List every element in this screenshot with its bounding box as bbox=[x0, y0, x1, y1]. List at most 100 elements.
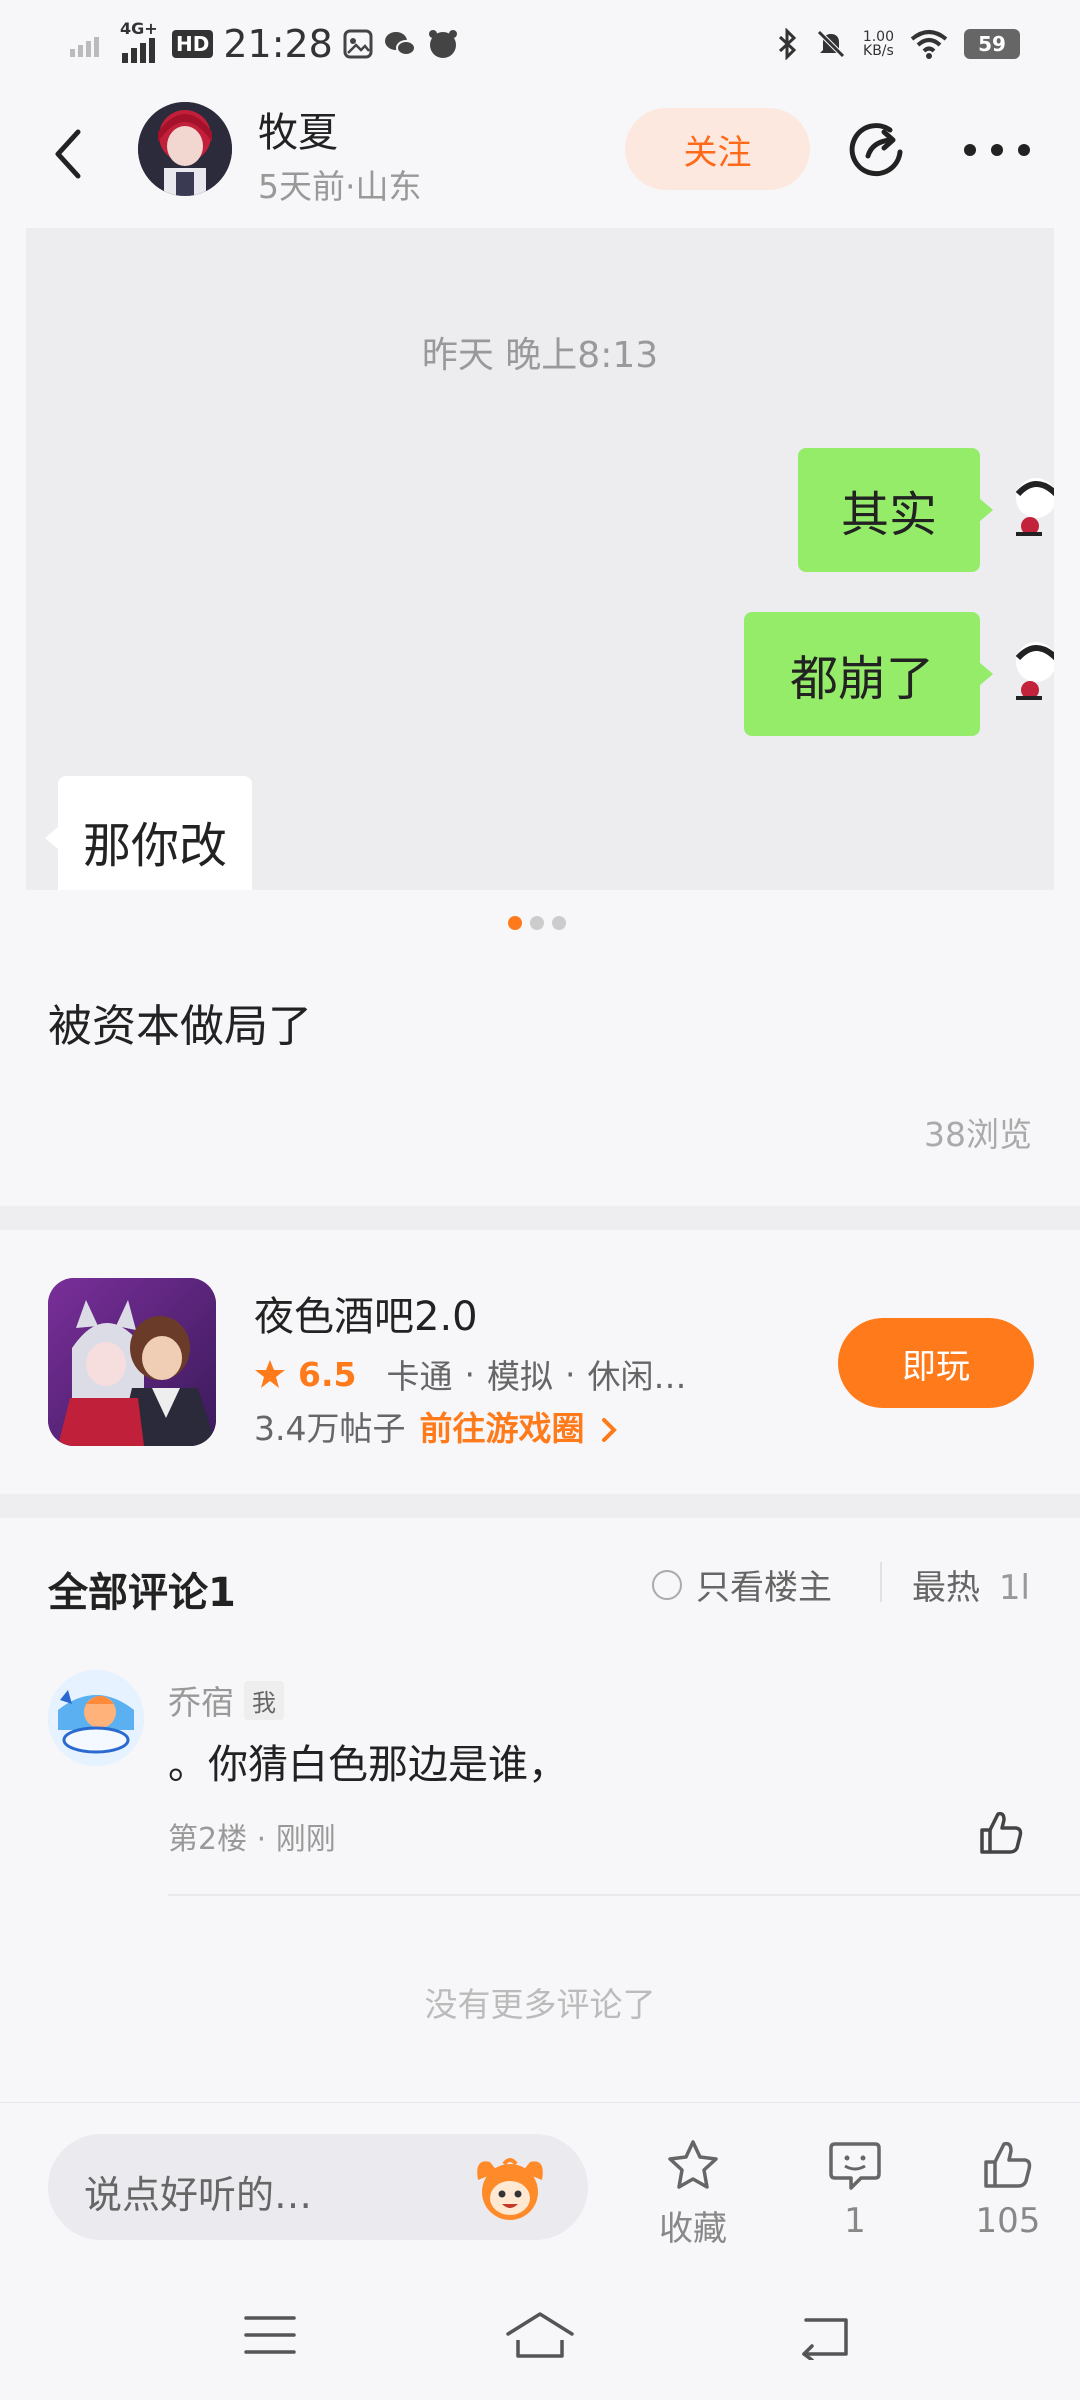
favorite-label: 收藏 bbox=[659, 2209, 727, 2249]
game-tag: 卡通 bbox=[386, 1357, 453, 1396]
more-button[interactable] bbox=[962, 132, 1032, 168]
network-type: 4G+ bbox=[120, 19, 158, 38]
comment-icon bbox=[829, 2142, 881, 2190]
status-right: 1.00 KB/s 59 bbox=[777, 16, 1020, 72]
net-speed: 1.00 KB/s bbox=[863, 30, 894, 58]
mute-bell-icon bbox=[817, 30, 845, 58]
post-time-location: 5天前·山东 bbox=[258, 167, 422, 206]
back-button[interactable] bbox=[48, 124, 98, 184]
avatar-image bbox=[138, 102, 232, 196]
nav-back-button[interactable] bbox=[796, 2314, 852, 2364]
only-host-toggle[interactable]: 只看楼主 bbox=[652, 1560, 832, 1609]
comment-text[interactable]: 。你猜白色那边是谁， bbox=[168, 1732, 568, 1790]
thumbs-up-icon bbox=[984, 2141, 1032, 2188]
status-left: 4G+ HD 21:28 bbox=[70, 16, 459, 72]
game-tag: 模拟 bbox=[486, 1357, 553, 1396]
post-body-text: 被资本做局了 bbox=[48, 1001, 312, 1052]
bubble-tail bbox=[45, 826, 59, 850]
star-icon bbox=[255, 1360, 285, 1388]
wechat-icon bbox=[384, 32, 416, 56]
play-now-button[interactable]: 即玩 bbox=[838, 1318, 1034, 1408]
return-icon bbox=[802, 2318, 848, 2362]
section-divider bbox=[0, 1494, 1080, 1518]
favorite-button[interactable]: 收藏 bbox=[633, 2138, 753, 2250]
comment-meta: 第2楼 · 刚刚 bbox=[168, 1822, 336, 1857]
share-icon bbox=[849, 123, 903, 177]
sort-label: 最热 bbox=[912, 1568, 980, 1608]
status-bar: 4G+ HD 21:28 1.00 KB/s 59 bbox=[0, 0, 1080, 90]
bubble-tail bbox=[979, 498, 993, 522]
chevron-right-icon bbox=[601, 1418, 617, 1442]
network-indicator: 4G+ bbox=[120, 19, 162, 63]
commenter-name-row: 乔宿 我 bbox=[168, 1676, 284, 1724]
like-button[interactable]: 105 bbox=[948, 2138, 1068, 2241]
status-time: 21:28 bbox=[223, 22, 333, 66]
author-name[interactable]: 牧夏 bbox=[258, 100, 338, 158]
post-image[interactable]: 昨天 晚上8:13 其实 都崩了 那你改 bbox=[26, 228, 1054, 890]
follow-button[interactable]: 关注 bbox=[625, 108, 810, 190]
game-meta-row: 3.4万帖子 前往游戏圈 bbox=[254, 1402, 618, 1450]
game-cover-image bbox=[48, 1278, 216, 1446]
goto-game-circle-label: 前往游戏圈 bbox=[419, 1409, 585, 1448]
net-speed-value: 1.00 bbox=[862, 29, 894, 45]
game-rating-row: 6.5 卡通 · 模拟 · 休闲… bbox=[254, 1350, 686, 1398]
battery-indicator: 59 bbox=[964, 29, 1020, 59]
more-dots-icon bbox=[964, 144, 1030, 156]
nav-home-button[interactable] bbox=[504, 2310, 576, 2364]
game-post-count: 3.4万帖子 bbox=[254, 1409, 406, 1448]
gallery-icon bbox=[343, 29, 373, 59]
author-avatar[interactable] bbox=[138, 102, 232, 196]
chat-bubble-right-1: 其实 bbox=[798, 448, 980, 572]
sort-suffix: 1l bbox=[998, 1568, 1030, 1608]
carousel-dot-3 bbox=[552, 916, 566, 930]
nav-menu-button[interactable] bbox=[244, 2312, 296, 2362]
game-icon[interactable] bbox=[48, 1278, 216, 1446]
hd-badge: HD bbox=[172, 30, 214, 58]
net-speed-unit: KB/s bbox=[863, 43, 894, 59]
tag-separator: · bbox=[464, 1354, 475, 1394]
sender-avatar-partial bbox=[1015, 478, 1054, 536]
sort-selector[interactable]: 最热 1l bbox=[912, 1560, 1030, 1609]
chat-timestamp: 昨天 晚上8:13 bbox=[421, 335, 659, 376]
comment-input-placeholder: 说点好听的… bbox=[84, 2173, 313, 2217]
comment-count: 1 bbox=[844, 2201, 866, 2241]
thumbs-up-icon bbox=[980, 1811, 1023, 1854]
like-count: 105 bbox=[975, 2201, 1041, 2241]
radio-unchecked-icon bbox=[652, 1569, 682, 1600]
chat-bubble-left: 那你改 bbox=[58, 776, 252, 890]
only-host-label: 只看楼主 bbox=[696, 1568, 832, 1608]
mascot-emoji-icon bbox=[477, 2158, 543, 2220]
vertical-divider bbox=[880, 1562, 882, 1602]
comment-divider bbox=[168, 1894, 1080, 1896]
comment-like-button[interactable] bbox=[976, 1808, 1026, 1862]
emoji-button[interactable] bbox=[472, 2150, 548, 2226]
home-icon bbox=[506, 2312, 574, 2358]
commenter-avatar[interactable] bbox=[48, 1670, 144, 1766]
comments-title: 全部评论1 bbox=[48, 1570, 236, 1616]
game-title[interactable]: 夜色酒吧2.0 bbox=[254, 1284, 478, 1342]
me-badge: 我 bbox=[244, 1680, 284, 1720]
carousel-indicator bbox=[508, 916, 566, 930]
section-divider bbox=[0, 1206, 1080, 1230]
bubble-tail bbox=[979, 662, 993, 686]
carousel-dot-2 bbox=[530, 916, 544, 930]
tag-separator: · bbox=[564, 1354, 576, 1394]
back-arrow-icon bbox=[55, 129, 81, 179]
goto-game-circle-link[interactable]: 前往游戏圈 bbox=[419, 1402, 618, 1450]
no-more-comments: 没有更多评论了 bbox=[424, 1985, 656, 2024]
signal-icon bbox=[70, 37, 99, 57]
bluetooth-icon bbox=[778, 28, 796, 60]
app-notification-icon bbox=[428, 30, 457, 58]
share-button[interactable] bbox=[846, 118, 908, 180]
star-outline-icon bbox=[668, 2140, 718, 2189]
comment-button[interactable]: 1 bbox=[795, 2138, 915, 2241]
chat-bubble-right-2: 都崩了 bbox=[744, 612, 980, 736]
wifi-icon bbox=[910, 30, 948, 59]
game-rating-value: 6.5 bbox=[298, 1354, 357, 1394]
sender-avatar-partial bbox=[1015, 642, 1054, 700]
menu-icon bbox=[244, 2316, 296, 2354]
carousel-dot-1 bbox=[508, 916, 522, 930]
commenter-name[interactable]: 乔宿 bbox=[168, 1676, 234, 1724]
view-count: 38浏览 bbox=[924, 1115, 1032, 1154]
commenter-avatar-image bbox=[48, 1670, 144, 1766]
